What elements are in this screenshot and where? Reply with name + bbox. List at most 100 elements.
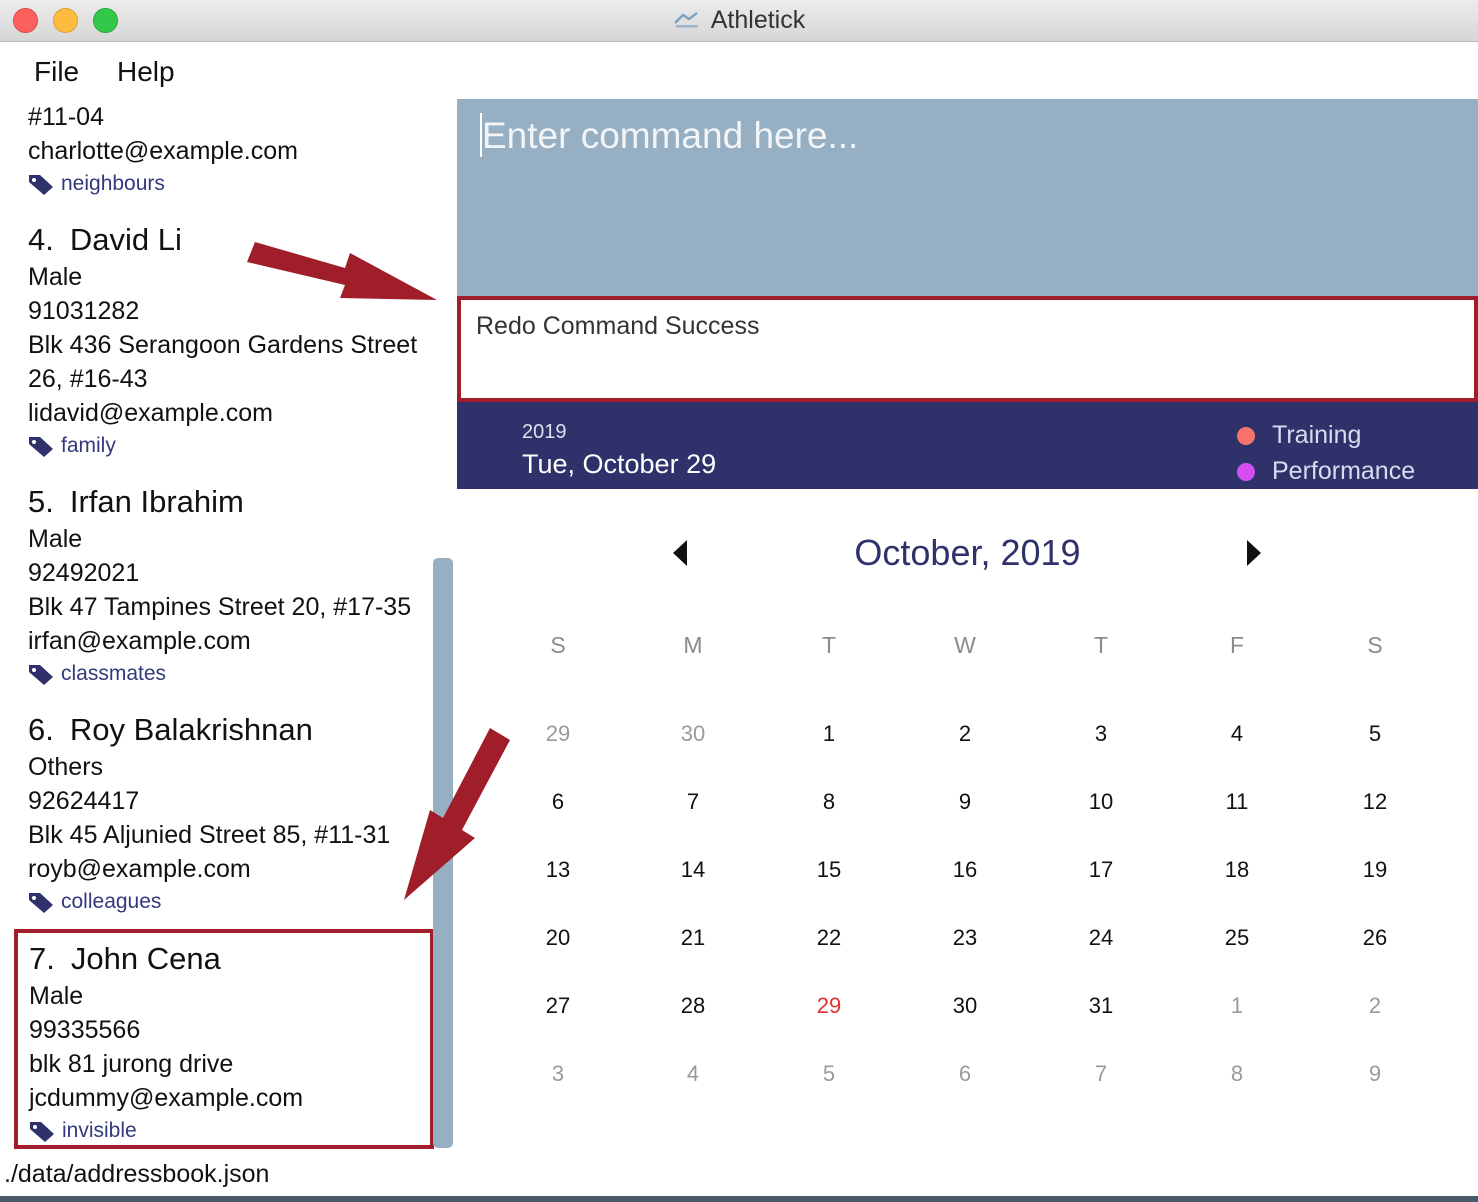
calendar-day[interactable]: 23 [935,925,995,951]
tag-icon [29,436,53,457]
legend-label: Performance [1272,457,1416,485]
person-index: 4. [28,222,54,257]
tag-icon [29,892,53,913]
calendar-day[interactable]: 9 [935,789,995,815]
calendar-day[interactable]: 13 [528,857,588,883]
window-title-wrap: Athletick [0,6,1478,35]
calendar-day[interactable]: 27 [528,993,588,1019]
calendar-day[interactable]: 24 [1071,925,1131,951]
calendar-day[interactable]: 5 [1345,721,1405,747]
tag-label: classmates [61,662,167,685]
person-list[interactable]: #11-04 charlotte@example.com neighbours … [0,100,456,1158]
person-email: charlotte@example.com [28,137,298,165]
calendar-day[interactable]: 20 [528,925,588,951]
person-address: Blk 47 Tampines Street 20, #17-35 [28,593,412,621]
person-tag: classmates [28,658,434,690]
calendar-day[interactable]: 22 [799,925,859,951]
calendar-day[interactable]: 3 [1071,721,1131,747]
person-name: John Cena [70,941,221,976]
menu-bar: File Help [0,42,460,100]
legend-label: Training [1272,421,1362,449]
date-full: Tue, October 29 [522,449,717,479]
calendar-day[interactable]: 7 [663,789,723,815]
person-address: blk 81 jurong drive [29,1050,234,1078]
calendar-day[interactable]: 12 [1345,789,1405,815]
person-card-selected[interactable]: 7. John Cena Male 99335566 blk 81 jurong … [14,929,434,1149]
legend-training: Training [1237,421,1361,450]
calendar-header: October, 2019 [457,520,1478,588]
calendar-day[interactable]: 26 [1345,925,1405,951]
calendar-day[interactable]: 31 [1071,993,1131,1019]
calendar-day[interactable]: 3 [528,1061,588,1087]
person-index: 6. [28,712,54,747]
calendar-day[interactable]: 25 [1207,925,1267,951]
calendar-day[interactable]: 4 [1207,721,1267,747]
calendar-day[interactable]: 4 [663,1061,723,1087]
calendar-day[interactable]: 17 [1071,857,1131,883]
person-gender: Others [28,753,104,781]
calendar-day[interactable]: 21 [663,925,723,951]
window-bottom-edge [0,1196,1478,1202]
person-tag: invisible [29,1115,430,1147]
person-name: Irfan Ibrahim [69,484,244,519]
calendar-day[interactable]: 14 [663,857,723,883]
month-title: October, 2019 [854,532,1081,573]
calendar-day[interactable]: 11 [1207,789,1267,815]
result-message: Redo Command Success [476,312,760,340]
person-tag: neighbours [28,168,434,200]
calendar-day[interactable]: 30 [935,993,995,1019]
calendar-day[interactable]: 10 [1071,789,1131,815]
person-card-partial[interactable]: #11-04 charlotte@example.com neighbours [14,100,434,200]
weekday-label: T [1093,632,1109,658]
person-tag: family [28,430,434,462]
calendar-day[interactable]: 30 [663,721,723,747]
tag-label: colleagues [61,890,162,913]
person-name-row: 7. John Cena [29,939,430,979]
calendar-day[interactable]: 1 [1207,993,1267,1019]
person-name-row: 6. Roy Balakrishnan [28,710,434,750]
menu-file[interactable]: File [34,56,79,88]
calendar-day[interactable]: 5 [799,1061,859,1087]
person-email: lidavid@example.com [28,399,273,427]
person-card[interactable]: 5. Irfan Ibrahim Male 92492021 Blk 47 Tam… [14,482,434,690]
performance-dot-icon [1237,462,1255,481]
calendar-day[interactable]: 9 [1345,1061,1405,1087]
date-year: 2019 [522,421,567,443]
person-address: Blk 45 Aljunied Street 85, #11-31 [28,821,391,849]
person-index: 5. [28,484,54,519]
tag-label: invisible [62,1119,137,1142]
calendar-day[interactable]: 6 [528,789,588,815]
training-dot-icon [1237,426,1255,445]
weekday-label: M [683,632,703,658]
menu-help[interactable]: Help [117,56,175,88]
calendar-day[interactable]: 15 [799,857,859,883]
tag-label: family [61,434,116,457]
person-address: #11-04 [28,103,104,131]
calendar-day-today[interactable]: 29 [799,993,859,1019]
calendar-day[interactable]: 1 [799,721,859,747]
calendar-day[interactable]: 19 [1345,857,1405,883]
calendar-day[interactable]: 6 [935,1061,995,1087]
weekday-label: S [550,632,566,658]
calendar-day[interactable]: 2 [935,721,995,747]
person-email: irfan@example.com [28,627,251,655]
weekday-label: S [1367,632,1383,658]
person-name-row: 4. David Li [28,220,434,260]
calendar-day[interactable]: 2 [1345,993,1405,1019]
calendar-day[interactable]: 7 [1071,1061,1131,1087]
command-input[interactable] [482,113,1432,159]
calendar-day[interactable]: 28 [663,993,723,1019]
calendar-day[interactable]: 18 [1207,857,1267,883]
next-month-arrow-icon[interactable] [1247,540,1261,566]
person-address-cont: 26, #16-43 [28,365,148,393]
person-card[interactable]: 6. Roy Balakrishnan Others 92624417 Blk 4… [14,710,434,918]
calendar-day[interactable]: 16 [935,857,995,883]
date-header: 2019 Tue, October 29 Training Performanc… [457,402,1478,489]
person-index: 7. [29,941,55,976]
person-phone: 92492021 [28,559,140,587]
calendar-day[interactable]: 8 [799,789,859,815]
calendar-day[interactable]: 8 [1207,1061,1267,1087]
calendar-day[interactable]: 29 [528,721,588,747]
person-list-scrollbar[interactable] [433,558,453,1148]
person-card[interactable]: 4. David Li Male 91031282 Blk 436 Serango… [14,220,434,462]
